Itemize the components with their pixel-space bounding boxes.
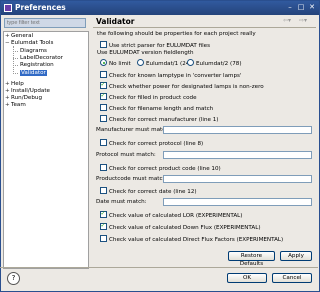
tree-item-validator[interactable]: Validator — [20, 70, 47, 77]
title-divider — [93, 27, 316, 28]
checkbox-icon[interactable] — [100, 71, 107, 78]
back-arrow-icon[interactable]: ⇦▾ — [283, 17, 291, 24]
check-product-code[interactable]: Check for correct product code (line 10) — [100, 164, 221, 173]
minimize-icon[interactable]: – — [285, 3, 295, 12]
check-product-code-filled[interactable]: Check for filled in product code — [100, 92, 197, 102]
window-title: Preferences — [15, 3, 66, 12]
checkbox-icon[interactable] — [100, 235, 107, 242]
radio-eulumdat-1[interactable]: Eulumdat/1 (24) — [137, 59, 192, 68]
radio-icon[interactable] — [187, 59, 194, 66]
close-icon[interactable]: ✕ — [307, 3, 317, 12]
date-field[interactable] — [163, 198, 312, 206]
protocol-label: Protocol must match: — [96, 152, 156, 158]
check-date[interactable]: Check for correct date (line 12) — [100, 187, 197, 196]
maximize-icon[interactable]: □ — [296, 3, 306, 12]
check-down-flux[interactable]: Check value of calculated Down Flux (EXP… — [100, 222, 261, 232]
checkbox-icon[interactable] — [100, 139, 107, 146]
checkbox-icon[interactable] — [100, 222, 107, 230]
radio-no-limit[interactable]: No limit — [100, 59, 131, 68]
checkbox-icon[interactable] — [100, 187, 107, 194]
filter-input[interactable] — [4, 18, 86, 28]
ok-button[interactable]: OK — [227, 273, 267, 283]
manufacturer-field[interactable] — [163, 126, 312, 134]
check-lamptype[interactable]: Check for known lamptype in 'converter l… — [100, 71, 241, 80]
protocol-field[interactable] — [163, 151, 312, 159]
apply-button[interactable]: Apply — [280, 251, 312, 261]
title-bar: Preferences – □ ✕ — [1, 1, 319, 15]
intro-text: the following should be properties for e… — [97, 31, 256, 37]
strict-parser-checkbox[interactable]: Use strict parser for EULUMDAT files — [100, 41, 210, 50]
version-label: Use EULUMDAT version fieldlength — [97, 50, 194, 56]
tree-item-help[interactable]: +Help — [5, 81, 24, 88]
check-filename[interactable]: Check for filename length and match — [100, 104, 213, 113]
check-manufacturer[interactable]: Check for correct manufacturer (line 1) — [100, 115, 219, 124]
tree-item-run-debug[interactable]: +Run/Debug — [5, 95, 42, 102]
tree-item-label-decorator[interactable]: LabelDecorator — [20, 55, 63, 62]
radio-eulumdat-2[interactable]: Eulumdat/2 (78) — [187, 59, 242, 68]
forward-arrow-icon[interactable]: ⇨▾ — [299, 17, 307, 24]
manufacturer-label: Manufacturer must match: — [96, 127, 171, 133]
checkbox-icon[interactable] — [100, 164, 107, 171]
checkbox-icon[interactable] — [100, 210, 107, 218]
check-protocol[interactable]: Check for correct protocol (line 8) — [100, 139, 203, 148]
app-icon — [4, 4, 12, 12]
checkbox-icon[interactable] — [100, 104, 107, 111]
checkbox-icon[interactable] — [100, 81, 107, 89]
tree-item-install-update[interactable]: +Install/Update — [5, 88, 50, 95]
productcode-label: Productcode must match: — [96, 176, 168, 182]
radio-icon[interactable] — [100, 59, 107, 66]
checkbox-icon[interactable] — [100, 41, 107, 48]
tree-item-registration[interactable]: Registration — [20, 62, 54, 69]
date-label: Date must match: — [96, 199, 147, 205]
restore-defaults-button[interactable]: Restore Defaults — [228, 251, 275, 267]
tree-item-general[interactable]: +General — [5, 33, 33, 40]
productcode-field[interactable] — [163, 175, 312, 183]
page-title: Validator — [96, 17, 135, 26]
check-direct-flux[interactable]: Check value of calculated Direct Flux Fa… — [100, 235, 283, 244]
checkbox-icon[interactable] — [100, 92, 107, 100]
tree-item-eulumdat-tools[interactable]: −Eulumdat Tools — [5, 40, 53, 47]
help-icon[interactable]: ? — [7, 272, 20, 285]
cancel-button[interactable]: Cancel — [272, 273, 312, 283]
tree-item-team[interactable]: +Team — [5, 102, 26, 109]
tree-item-diagrams[interactable]: Diagrams — [20, 48, 47, 55]
footer-divider — [0, 267, 318, 268]
check-lor[interactable]: Check value of calculated LOR (EXPERIMEN… — [100, 210, 242, 220]
radio-icon[interactable] — [137, 59, 144, 66]
check-lamp-power[interactable]: Check whether power for designated lamps… — [100, 81, 264, 91]
checkbox-icon[interactable] — [100, 115, 107, 122]
